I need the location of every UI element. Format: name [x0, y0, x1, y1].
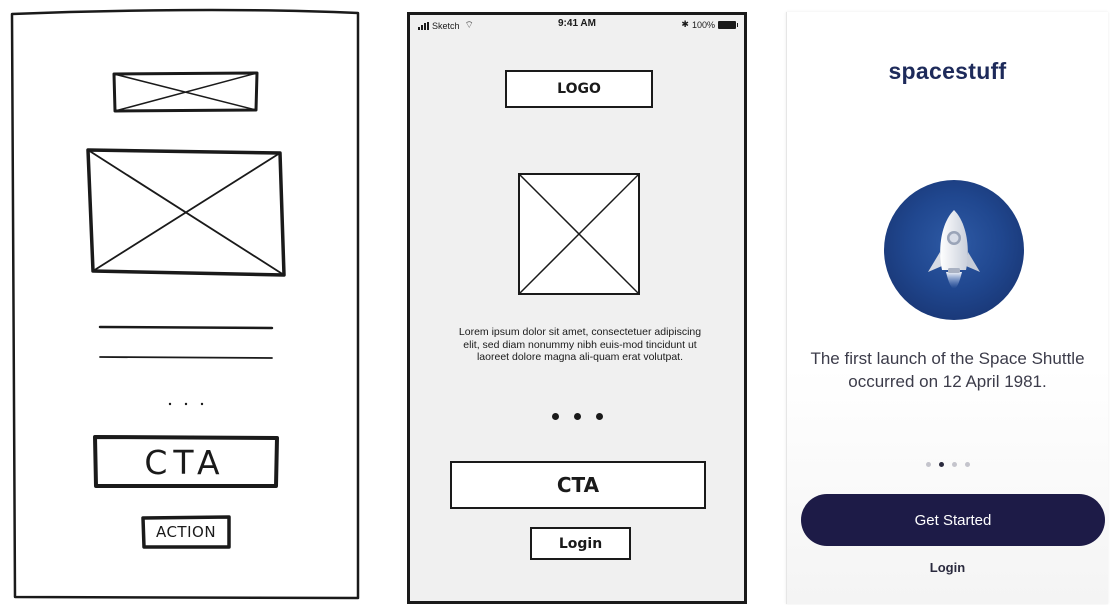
wireframe-image-placeholder [518, 173, 640, 295]
sketch-text-line-2 [99, 356, 273, 359]
battery-percent: 100% [691, 19, 715, 30]
sketch-wireframe-panel: CTA ACTION [0, 0, 370, 605]
sketch-page-dots [168, 402, 204, 406]
onboarding-pager [787, 462, 1108, 467]
sketch-logo-placeholder [112, 71, 259, 113]
pager-dot[interactable] [964, 462, 970, 467]
sketch-action-label[interactable]: ACTION [143, 517, 229, 547]
pager-dot[interactable] [925, 462, 931, 467]
brand-logo: spacestuff [888, 58, 1007, 84]
page-dot [595, 413, 603, 420]
rocket-icon [928, 210, 980, 289]
battery-icon [718, 20, 738, 29]
digital-wireframe-panel: Sketch ⌔ 9:41 AM ✱ 100% LOGO Lorem ipsum… [407, 12, 747, 604]
wireframe-page-dots [410, 413, 744, 420]
get-started-button[interactable]: Get Started [801, 494, 1105, 546]
sketch-drawing [10, 8, 360, 600]
onboarding-fact-text: The first launch of the Space Shuttle oc… [810, 349, 1085, 391]
wireframe-logo-box: LOGO [505, 70, 653, 108]
pager-dot[interactable] [951, 462, 957, 467]
wireframe-body-text: Lorem ipsum dolor sit amet, consectetuer… [458, 326, 702, 363]
sketch-image-placeholder [86, 148, 286, 277]
hifi-mockup-panel: spacestuff The first launch of the Space… [786, 12, 1108, 604]
sketch-text-line-1 [98, 325, 274, 330]
sketch-cta-label[interactable]: CTA [95, 437, 275, 487]
pager-dot-active[interactable] [938, 462, 944, 467]
page-dot [573, 413, 581, 420]
wireframe-login-button[interactable]: Login [530, 527, 631, 560]
login-link[interactable]: Login [787, 560, 1108, 575]
sketch-phone-frame [10, 8, 360, 600]
page-dot [551, 413, 559, 420]
status-bar: Sketch ⌔ 9:41 AM ✱ 100% [410, 15, 744, 35]
wireframe-cta-button[interactable]: CTA [450, 461, 706, 509]
status-right: ✱ 100% [681, 19, 738, 30]
bluetooth-icon: ✱ [681, 19, 689, 29]
rocket-illustration [884, 180, 1024, 320]
